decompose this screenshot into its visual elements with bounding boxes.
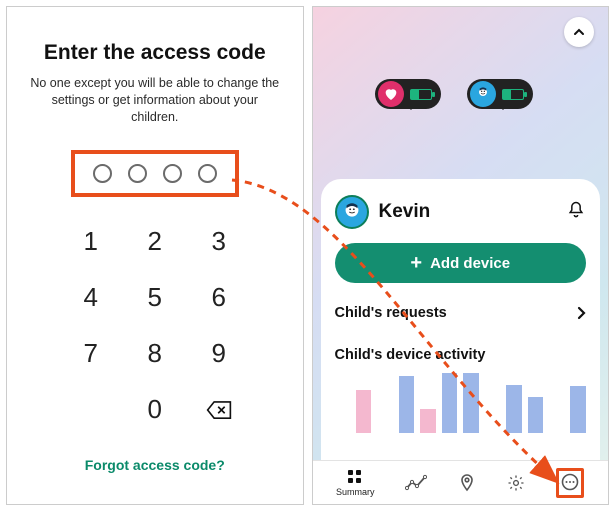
key-2[interactable]: 2 [126, 217, 184, 267]
key-backspace[interactable] [190, 385, 248, 435]
activity-graph-icon [405, 474, 427, 492]
child-panel: Kevin + Add device Child's requests Chil… [321, 179, 601, 460]
heart-avatar-icon [378, 81, 404, 107]
battery-icon [410, 89, 432, 100]
nav-more[interactable] [556, 468, 584, 498]
key-5[interactable]: 5 [126, 273, 184, 323]
nav-activity[interactable] [405, 474, 427, 492]
key-6[interactable]: 6 [190, 273, 248, 323]
code-digit-2 [128, 164, 147, 183]
add-device-button[interactable]: + Add device [335, 243, 587, 283]
child-badge-2[interactable] [467, 79, 533, 109]
nav-summary-label: Summary [336, 487, 375, 497]
key-0[interactable]: 0 [126, 385, 184, 435]
child-avatar[interactable] [335, 195, 369, 229]
nav-summary[interactable]: Summary [336, 468, 375, 497]
collapse-map-button[interactable] [564, 17, 594, 47]
bottom-navbar: Summary [313, 460, 609, 504]
key-blank [62, 385, 120, 435]
annotation-highlight-more [556, 468, 584, 498]
key-4[interactable]: 4 [62, 273, 120, 323]
childs-requests-row[interactable]: Child's requests [335, 305, 587, 321]
child-badge-1[interactable] [375, 79, 441, 109]
location-pin-icon [458, 474, 476, 492]
key-1[interactable]: 1 [62, 217, 120, 267]
page-subtitle: No one except you will be able to change… [29, 75, 281, 126]
battery-icon [502, 89, 524, 100]
forgot-access-code-link[interactable]: Forgot access code? [7, 457, 303, 473]
more-horizontal-icon [561, 473, 579, 491]
activity-chart [335, 373, 587, 433]
face-avatar-icon [470, 81, 496, 107]
code-digit-1 [93, 164, 112, 183]
chevron-up-icon [572, 25, 586, 39]
access-code-screen: Enter the access code No one except you … [6, 6, 304, 505]
gear-icon [507, 474, 525, 492]
backspace-icon [206, 400, 232, 420]
numeric-keypad: 1 2 3 4 5 6 7 8 9 0 [62, 217, 248, 435]
childs-requests-label: Child's requests [335, 305, 447, 321]
face-avatar-icon [341, 201, 363, 223]
nav-settings[interactable] [507, 474, 525, 492]
dashboard-screen: Kevin + Add device Child's requests Chil… [312, 6, 610, 505]
page-title: Enter the access code [7, 41, 303, 65]
code-digit-4 [198, 164, 217, 183]
key-8[interactable]: 8 [126, 329, 184, 379]
children-map-badges [375, 79, 533, 109]
device-activity-heading: Child's device activity [335, 347, 587, 363]
chevron-right-icon [576, 306, 586, 320]
code-digit-3 [163, 164, 182, 183]
nav-location[interactable] [458, 474, 476, 492]
grid-icon [346, 468, 364, 486]
key-7[interactable]: 7 [62, 329, 120, 379]
add-device-label: Add device [430, 255, 510, 272]
key-3[interactable]: 3 [190, 217, 248, 267]
bell-icon [566, 200, 586, 220]
access-code-input[interactable] [71, 150, 239, 197]
child-name: Kevin [379, 201, 557, 223]
notifications-button[interactable] [566, 200, 586, 225]
key-9[interactable]: 9 [190, 329, 248, 379]
